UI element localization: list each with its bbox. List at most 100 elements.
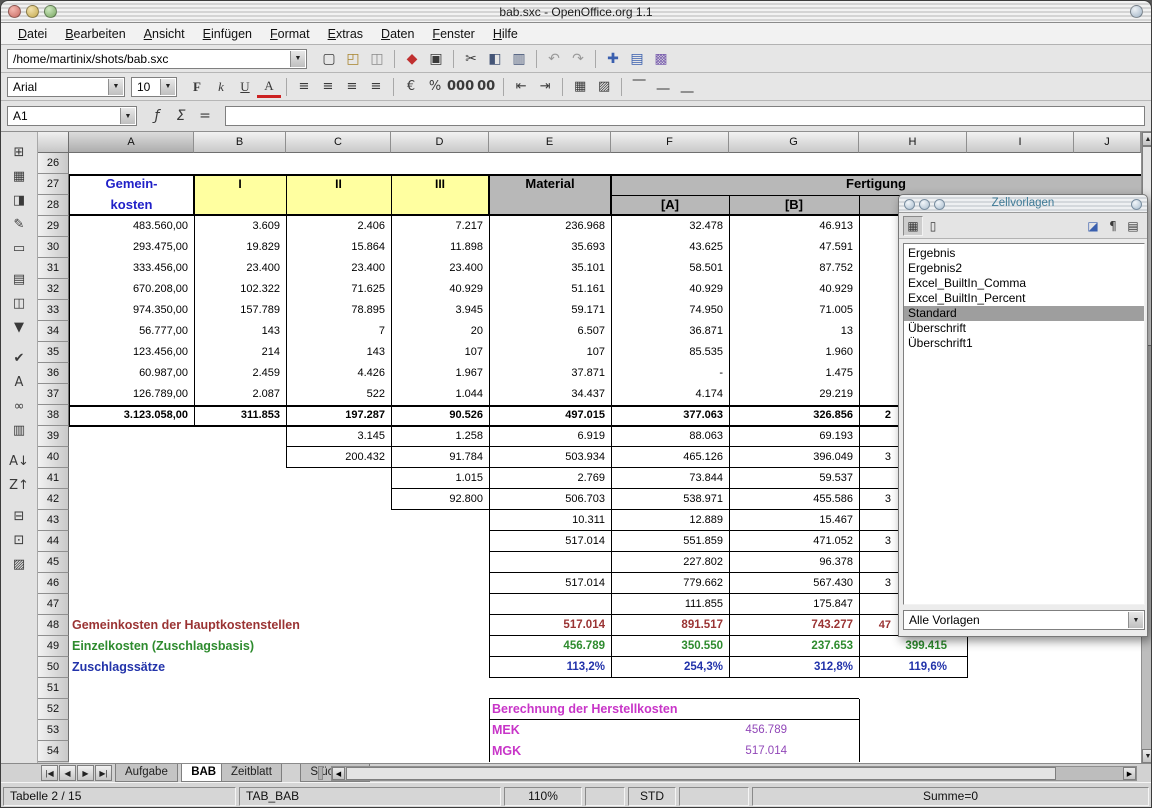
column-header-h[interactable]: H [859,132,967,153]
cell-f39[interactable]: 88.063 [611,426,729,447]
menu-daten[interactable]: Daten [372,25,423,43]
number-format-currency-icon[interactable]: € [399,75,423,99]
font-size-combobox[interactable]: 10 ▼ [131,77,177,97]
cell-d42[interactable]: 92.800 [391,489,489,510]
gallery-icon[interactable]: ▩ [649,47,673,71]
cell-g40[interactable]: 396.049 [729,447,859,468]
cell-e41[interactable]: 2.769 [489,468,611,489]
sum-icon[interactable]: Σ [169,104,193,128]
cell-a34[interactable]: 56.777,00 [69,321,194,342]
row-header-32[interactable]: 32 [38,279,69,300]
cell-f37[interactable]: 4.174 [611,384,729,405]
increase-indent-icon[interactable]: ⇥ [533,75,557,99]
cell-e46[interactable]: 517.014 [489,573,611,594]
scroll-right-button[interactable]: ▶ [1123,767,1136,780]
cell-g54[interactable]: 517.014 [611,741,793,762]
column-header-g[interactable]: G [729,132,859,153]
save-document-icon[interactable]: ◫ [365,47,389,71]
group-icon[interactable]: ⊟ [5,504,33,528]
align-top-icon[interactable]: ⎺ [627,75,651,99]
cell-h46[interactable]: 3 [859,573,891,594]
cell-e36[interactable]: 37.871 [489,363,611,384]
cell-h40[interactable]: 3 [859,447,891,468]
cell-f36[interactable]: - [611,363,729,384]
url-combobox[interactable]: /home/martinix/shots/bab.sxc ▼ [7,49,307,69]
cell-b35[interactable]: 214 [194,342,286,363]
row-header-33[interactable]: 33 [38,300,69,321]
formula-input[interactable] [225,106,1145,126]
menu-datei[interactable]: Datei [9,25,56,43]
form-functions-icon[interactable]: ▭ [5,236,33,260]
font-name-combobox[interactable]: Arial ▼ [7,77,125,97]
cell-e37[interactable]: 34.437 [489,384,611,405]
row-header-54[interactable]: 54 [38,741,69,762]
cell-e31[interactable]: 35.101 [489,258,611,279]
row-header-35[interactable]: 35 [38,342,69,363]
cell-f27[interactable]: Fertigung [611,174,1141,195]
cell-d39[interactable]: 1.258 [391,426,489,447]
sum-indicator[interactable]: Summe=0 [752,787,1149,806]
copy-icon[interactable]: ◧ [483,47,507,71]
cell-a49[interactable]: Einzelkosten (Zuschlagsbasis) [69,636,487,657]
column-header-j[interactable]: J [1074,132,1141,153]
cell-a33[interactable]: 974.350,00 [69,300,194,321]
page-style-indicator[interactable]: TAB_BAB [239,787,501,806]
sheet-tab-bab[interactable]: BAB [181,764,226,782]
cell-e34[interactable]: 6.507 [489,321,611,342]
cell-c30[interactable]: 15.864 [286,237,391,258]
cell-c36[interactable]: 4.426 [286,363,391,384]
column-header-b[interactable]: B [194,132,286,153]
cell-g49[interactable]: 237.653 [729,636,859,657]
cell-f32[interactable]: 40.929 [611,279,729,300]
cell-f38[interactable]: 377.063 [611,405,729,426]
cell-d32[interactable]: 40.929 [391,279,489,300]
cell-a27[interactable]: Gemein- [69,174,194,195]
cell-f47[interactable]: 111.855 [611,594,729,615]
sheet-tab-zeitblatt[interactable]: Zeitblatt [221,764,282,782]
row-header-30[interactable]: 30 [38,237,69,258]
align-bottom-icon[interactable]: ⎽ [675,75,699,99]
cell-g48[interactable]: 743.277 [729,615,859,636]
menu-einf-gen[interactable]: Einfügen [194,25,261,43]
new-style-from-selection-icon[interactable]: ¶ [1103,216,1123,236]
cell-f28[interactable]: [A] [611,195,729,216]
cell-f33[interactable]: 74.950 [611,300,729,321]
scroll-left-button[interactable]: ◀ [332,767,345,780]
decrease-indent-icon[interactable]: ⇤ [509,75,533,99]
cell-e49[interactable]: 456.789 [489,636,611,657]
row-header-27[interactable]: 27 [38,174,69,195]
cell-h48[interactable]: 47 [859,615,891,636]
row-header-39[interactable]: 39 [38,426,69,447]
cell-g34[interactable]: 13 [729,321,859,342]
cell-f41[interactable]: 73.844 [611,468,729,489]
italic-icon[interactable]: k [209,75,233,99]
autoformat-icon[interactable]: ▤ [5,267,33,291]
cell-b27[interactable]: I [194,174,286,195]
ungroup-icon[interactable]: ⊡ [5,528,33,552]
row-header-26[interactable]: 26 [38,153,69,174]
dropdown-arrow-icon[interactable]: ▼ [290,51,305,67]
column-header-f[interactable]: F [611,132,729,153]
cell-g31[interactable]: 87.752 [729,258,859,279]
underline-icon[interactable]: U [233,75,257,99]
align-center-icon[interactable]: ≡ [316,75,340,99]
cell-g32[interactable]: 40.929 [729,279,859,300]
zoom-indicator[interactable]: 110% [504,787,582,806]
cell-d37[interactable]: 1.044 [391,384,489,405]
cell-g43[interactable]: 15.467 [729,510,859,531]
menu-ansicht[interactable]: Ansicht [135,25,194,43]
cell-g41[interactable]: 59.537 [729,468,859,489]
cell-e29[interactable]: 236.968 [489,216,611,237]
row-header-31[interactable]: 31 [38,258,69,279]
cell-e32[interactable]: 51.161 [489,279,611,300]
row-header-34[interactable]: 34 [38,321,69,342]
cell-g36[interactable]: 1.475 [729,363,859,384]
cell-e52[interactable]: Berechnung der Herstellkosten [489,699,907,720]
cell-f30[interactable]: 43.625 [611,237,729,258]
row-header-29[interactable]: 29 [38,216,69,237]
cell-c40[interactable]: 200.432 [286,447,391,468]
column-header-c[interactable]: C [286,132,391,153]
cell-a30[interactable]: 293.475,00 [69,237,194,258]
cell-a32[interactable]: 670.208,00 [69,279,194,300]
row-header-28[interactable]: 28 [38,195,69,216]
